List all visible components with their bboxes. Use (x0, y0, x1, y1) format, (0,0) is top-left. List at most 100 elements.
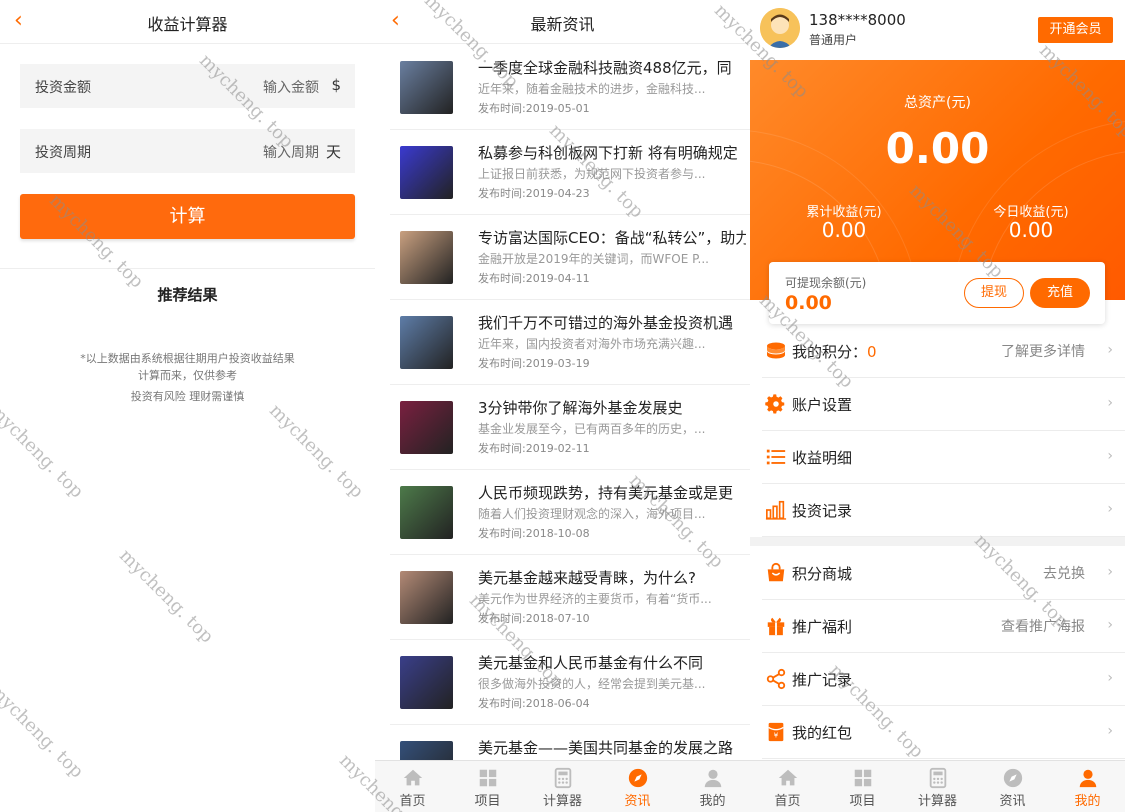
tab-calculator[interactable]: 计算器 (525, 761, 600, 812)
period-label: 投资周期 (35, 145, 91, 161)
news-thumbnail (400, 316, 453, 369)
chevron-right-icon: › (1107, 723, 1113, 739)
recharge-button[interactable]: 充值 (1030, 278, 1090, 308)
news-date: 发布时间:2018-07-10 (478, 612, 590, 625)
points-row[interactable]: 我的积分：0 了解更多详情 › (762, 325, 1125, 378)
amount-input[interactable]: 输入金额 (263, 77, 319, 97)
calculator-header: ‹ 收益计算器 (0, 0, 375, 44)
profile-screen: 138****8000 普通用户 开通会员 总资产(元) 0.00 累计收益(元… (750, 0, 1125, 812)
news-summary: 随着人们投资理财观念的深入，海外项目... (478, 507, 706, 521)
news-item[interactable]: 专访富达国际CEO：备战“私转公”，助力 金融开放是2019年的关键词，而WFOE… (390, 215, 750, 300)
compass-icon (627, 767, 649, 789)
withdraw-button[interactable]: 提现 (964, 278, 1024, 308)
news-title: 我们千万不可错过的海外基金投资机遇 (478, 314, 734, 332)
chevron-right-icon: › (1107, 395, 1113, 411)
tab-home[interactable]: 首页 (750, 761, 825, 812)
page-title: 最新资讯 (530, 15, 595, 34)
news-screen: ‹ 最新资讯 一季度全球金融科技融资488亿元，同 近年来，随着金融技术的进步，金… (375, 0, 750, 812)
period-field[interactable]: 投资周期 输入周期 天 (20, 129, 355, 173)
total-assets-value: 0.00 (885, 124, 990, 173)
disclaimer-line-1: *以上数据由系统根据往期用户投资收益结果 (80, 352, 295, 365)
result-title: 推荐结果 (157, 286, 218, 304)
news-summary: 基金业发展至今，已有两百多年的历史，... (478, 422, 706, 436)
menu-row[interactable]: 投资记录 › (762, 484, 1125, 537)
menu-row[interactable]: 积分商城 去兑换 › (762, 547, 1125, 600)
tab-user[interactable]: 我的 (1050, 761, 1125, 812)
amount-field[interactable]: 投资金额 输入金额 $ (20, 64, 355, 108)
news-title: 一季度全球金融科技融资488亿元，同 (478, 59, 732, 77)
svg-text:¥: ¥ (774, 731, 779, 740)
tab-label: 项目 (474, 794, 501, 809)
menu-row[interactable]: 账户设置 › (762, 378, 1125, 431)
menu-row[interactable]: 收益明细 › (762, 431, 1125, 484)
news-date: 发布时间:2019-05-01 (478, 102, 590, 115)
bar-chart-icon (765, 499, 787, 521)
news-thumbnail (400, 401, 453, 454)
today-income-value: 0.00 (1008, 218, 1054, 242)
grid-icon (477, 767, 499, 789)
news-item[interactable]: 美元基金越来越受青睐，为什么? 美元作为世界经济的主要货币，有着“货币... 发布时… (390, 555, 750, 640)
tab-compass[interactable]: 资讯 (600, 761, 675, 812)
points-label-text: 我的积分： (792, 343, 868, 361)
chevron-right-icon: › (1107, 670, 1113, 686)
news-thumbnail (400, 146, 453, 199)
tab-label: 资讯 (999, 794, 1026, 809)
news-item[interactable]: 3分钟带你了解海外基金发展史 基金业发展至今，已有两百多年的历史，... 发布时间:… (390, 385, 750, 470)
news-item[interactable]: 人民币频现跌势，持有美元基金或是更 随着人们投资理财观念的深入，海外项目... 发布… (390, 470, 750, 555)
home-icon (777, 767, 799, 789)
menu-label: 投资记录 (792, 502, 853, 520)
news-title: 专访富达国际CEO：备战“私转公”，助力 (478, 229, 746, 247)
news-item[interactable]: 一季度全球金融科技融资488亿元，同 近年来，随着金融技术的进步，金融科技... 发… (390, 45, 750, 130)
tab-home[interactable]: 首页 (375, 761, 450, 812)
news-item[interactable]: 私募参与科创板网下打新 将有明确规定 上证报日前获悉，为规范网下投资者参与... 发… (390, 130, 750, 215)
share-icon (765, 668, 787, 690)
calculator-screen: ‹ 收益计算器 投资金额 输入金额 $ 投资周期 输入周期 天 计算 推荐结果 … (0, 0, 375, 812)
chevron-right-icon: › (1107, 501, 1113, 517)
menu-row[interactable]: ¥ 我的红包 › (762, 706, 1125, 759)
menu-row[interactable]: 推广福利 查看推广海报 › (762, 600, 1125, 653)
news-item[interactable]: 我们千万不可错过的海外基金投资机遇 近年来，国内投资者对海外市场充满兴趣... 发布… (390, 300, 750, 385)
list-icon (765, 446, 787, 468)
news-summary: 很多做海外投资的人，经常会提到美元基... (478, 677, 706, 691)
page-title: 收益计算器 (147, 15, 228, 34)
news-date: 发布时间:2018-10-08 (478, 527, 590, 540)
compass-icon (1002, 767, 1024, 789)
news-date: 发布时间:2019-04-11 (478, 272, 590, 285)
news-title: 私募参与科创板网下打新 将有明确规定 (478, 144, 738, 162)
withdrawable-label: 可提现余额(元) (785, 276, 867, 290)
risk-warning: 投资有风险 理财需谨慎 (130, 390, 245, 403)
points-label: 我的积分：0 (792, 341, 877, 362)
user-avatar-icon[interactable] (760, 8, 800, 48)
menu-hint: 查看推广海报 (1001, 619, 1085, 635)
user-level: 普通用户 (809, 33, 858, 47)
user-header: 138****8000 普通用户 开通会员 (750, 0, 1125, 60)
tab-label: 我的 (1074, 794, 1101, 809)
tab-label: 项目 (849, 794, 876, 809)
news-thumbnail (400, 571, 453, 624)
shop-bag-icon (765, 562, 787, 584)
points-more-link[interactable]: 了解更多详情 (1001, 341, 1085, 361)
tab-user[interactable]: 我的 (675, 761, 750, 812)
vip-button[interactable]: 开通会员 (1038, 17, 1113, 43)
chevron-right-icon: › (1107, 342, 1113, 358)
news-thumbnail (400, 61, 453, 114)
tab-calculator[interactable]: 计算器 (900, 761, 975, 812)
menu-row[interactable]: 推广记录 › (762, 653, 1125, 706)
gear-icon (765, 393, 787, 415)
period-unit: 天 (325, 143, 341, 161)
calculate-button[interactable]: 计算 (20, 194, 355, 239)
news-thumbnail (400, 231, 453, 284)
news-header: ‹ 最新资讯 (375, 0, 750, 44)
news-title: 美元基金越来越受青睐，为什么? (478, 569, 696, 587)
tab-grid[interactable]: 项目 (825, 761, 900, 812)
tab-compass[interactable]: 资讯 (975, 761, 1050, 812)
period-input[interactable]: 输入周期 (263, 142, 319, 162)
news-summary: 美元作为世界经济的主要货币，有着“货币... (478, 592, 712, 606)
tab-label: 计算器 (917, 794, 957, 809)
menu-label: 积分商城 (792, 565, 853, 583)
menu-label: 推广记录 (792, 671, 853, 689)
tab-label: 首页 (774, 794, 801, 809)
news-item[interactable]: 美元基金和人民币基金有什么不同 很多做海外投资的人，经常会提到美元基... 发布时间… (390, 640, 750, 725)
news-summary: 上证报日前获悉，为规范网下投资者参与... (478, 167, 706, 181)
tab-grid[interactable]: 项目 (450, 761, 525, 812)
